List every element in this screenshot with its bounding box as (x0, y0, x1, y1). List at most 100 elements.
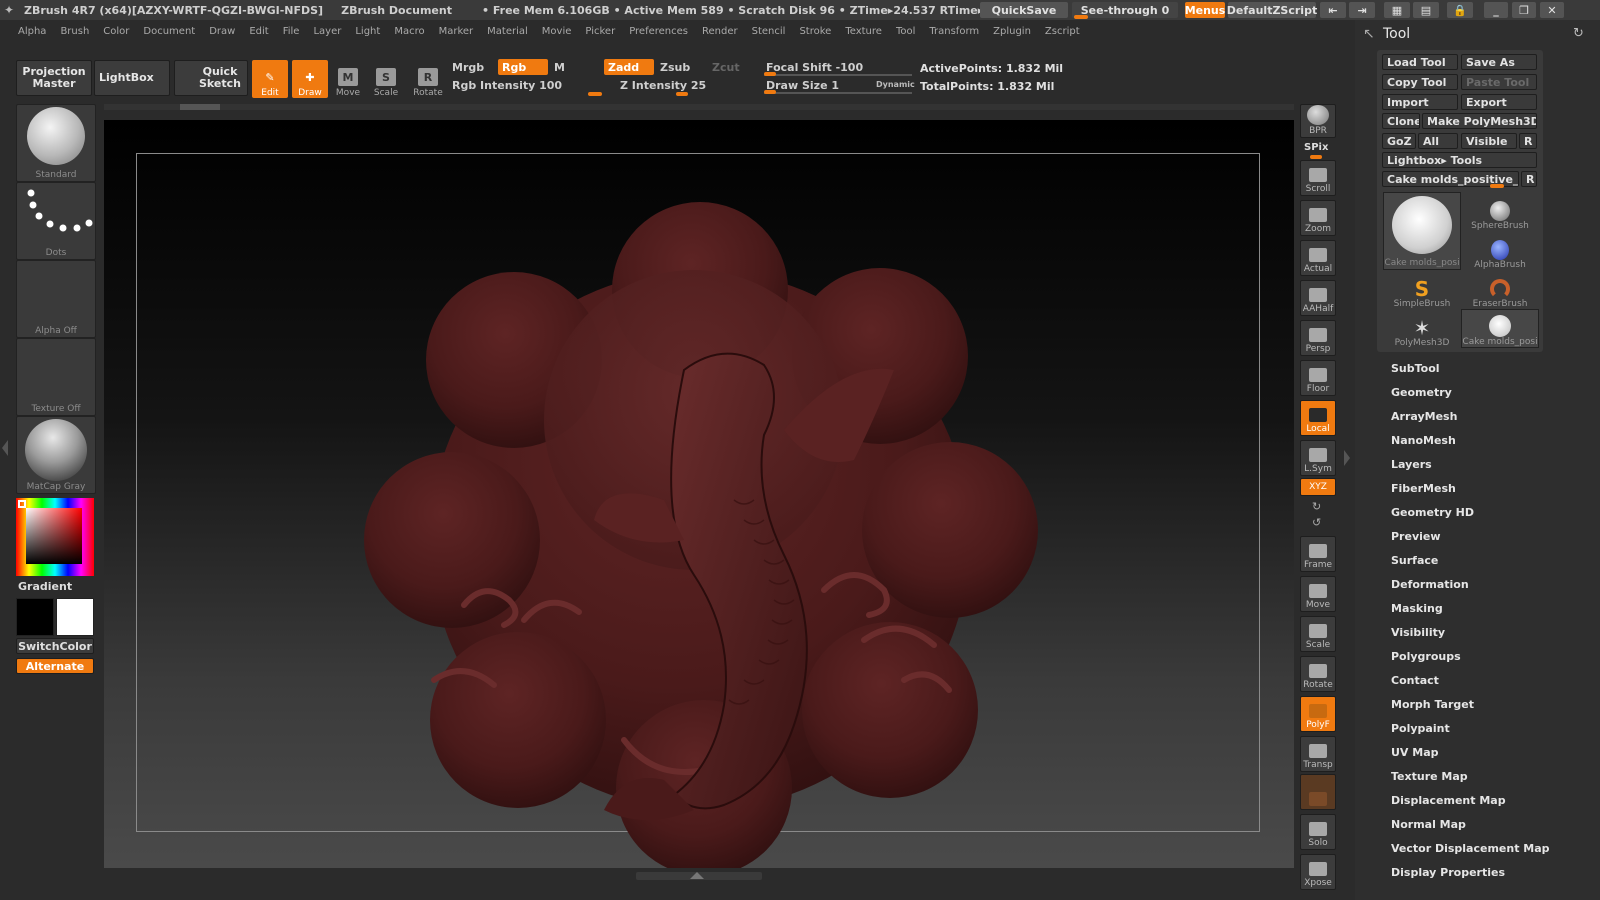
menu-draw[interactable]: Draw (209, 26, 235, 37)
layout-alt-icon[interactable]: ▤ (1413, 2, 1439, 18)
dynamic-size-toggle[interactable]: Dynamic (876, 80, 915, 89)
persp-button[interactable]: Persp (1300, 320, 1336, 356)
subpalette-deformation[interactable]: Deformation (1391, 578, 1469, 591)
subpalette-visibility[interactable]: Visibility (1391, 626, 1445, 639)
zcut-toggle[interactable]: Zcut (708, 59, 752, 75)
actual-button[interactable]: Actual (1300, 240, 1336, 276)
tool-thumb-cake-secondary[interactable]: Cake molds_posi (1461, 309, 1539, 348)
subpalette-nanomesh[interactable]: NanoMesh (1391, 434, 1456, 447)
clone-button[interactable]: Clone (1382, 113, 1420, 129)
menu-file[interactable]: File (283, 26, 300, 37)
ghost-button[interactable] (1300, 774, 1336, 810)
export-button[interactable]: Export (1461, 94, 1537, 110)
zoom-button[interactable]: Zoom (1300, 200, 1336, 236)
gradient-label[interactable]: Gradient (18, 580, 72, 593)
lock-icon[interactable]: 🔒 (1447, 2, 1473, 18)
paste-tool-button[interactable]: Paste Tool (1461, 74, 1537, 90)
menu-texture[interactable]: Texture (845, 26, 882, 37)
subpalette-subtool[interactable]: SubTool (1391, 362, 1440, 375)
menu-light[interactable]: Light (355, 26, 380, 37)
tool-thumb-eraserbrush[interactable]: EraserBrush (1461, 270, 1539, 309)
bpr-button[interactable]: BPR (1300, 104, 1336, 138)
current-tool-r-button[interactable]: R (1521, 171, 1537, 187)
material-selector[interactable]: MatCap Gray (16, 416, 96, 494)
subpalette-surface[interactable]: Surface (1391, 554, 1438, 567)
menu-stroke[interactable]: Stroke (799, 26, 831, 37)
menu-movie[interactable]: Movie (542, 26, 572, 37)
color-picker[interactable] (16, 498, 94, 576)
menu-marker[interactable]: Marker (439, 26, 474, 37)
subpalette-display-properties[interactable]: Display Properties (1391, 866, 1505, 879)
subpalette-normal-map[interactable]: Normal Map (1391, 818, 1466, 831)
rgb-toggle[interactable]: Rgb (498, 59, 548, 75)
polyf-button[interactable]: PolyF (1300, 696, 1336, 732)
lsym-button[interactable]: L.Sym (1300, 440, 1336, 476)
quicksave-button[interactable]: QuickSave (980, 2, 1068, 18)
menu-tool[interactable]: Tool (896, 26, 915, 37)
subpalette-polypaint[interactable]: Polypaint (1391, 722, 1450, 735)
menu-picker[interactable]: Picker (585, 26, 615, 37)
solo-button[interactable]: Solo (1300, 814, 1336, 850)
rotate-view-button[interactable]: Rotate (1300, 656, 1336, 692)
make-polymesh3d-button[interactable]: Make PolyMesh3D (1422, 113, 1537, 129)
stroke-selector[interactable]: Dots (16, 182, 96, 260)
mrgb-toggle[interactable]: Mrgb (448, 59, 494, 75)
floor-button[interactable]: Floor (1300, 360, 1336, 396)
menu-stencil[interactable]: Stencil (752, 26, 786, 37)
subpalette-uv-map[interactable]: UV Map (1391, 746, 1439, 759)
xyz-button[interactable]: XYZ (1300, 478, 1336, 496)
right-collapse-arrow-icon[interactable] (1344, 450, 1350, 466)
subpalette-arraymesh[interactable]: ArrayMesh (1391, 410, 1457, 423)
menu-transform[interactable]: Transform (929, 26, 979, 37)
z-intensity-slider[interactable]: Z Intensity 25 (616, 77, 754, 93)
menu-zscript[interactable]: Zscript (1045, 26, 1080, 37)
tool-thumb-simplebrush[interactable]: S SimpleBrush (1383, 270, 1461, 309)
expand-palette-icon[interactable]: ⇥ (1349, 2, 1375, 18)
subpalette-texture-map[interactable]: Texture Map (1391, 770, 1468, 783)
projection-master-button[interactable]: Projection Master (16, 60, 92, 96)
koi-relief-model[interactable] (104, 120, 1294, 868)
tool-thumb-polymesh3d[interactable]: ✶ PolyMesh3D (1383, 309, 1461, 348)
subpalette-preview[interactable]: Preview (1391, 530, 1441, 543)
copy-tool-button[interactable]: Copy Tool (1382, 74, 1458, 90)
m-toggle[interactable]: M (550, 59, 600, 75)
menu-color[interactable]: Color (103, 26, 129, 37)
quick-sketch-button[interactable]: Quick Sketch (174, 60, 248, 96)
draw-size-slider[interactable]: Draw Size 1 (762, 77, 872, 93)
edit-button[interactable]: ✎ Edit (252, 60, 288, 98)
subpalette-fibermesh[interactable]: FiberMesh (1391, 482, 1456, 495)
transp-button[interactable]: Transp (1300, 736, 1336, 772)
canvas-scrollbar[interactable] (104, 104, 1294, 110)
local-button[interactable]: Local (1300, 400, 1336, 436)
subpalette-polygroups[interactable]: Polygroups (1391, 650, 1461, 663)
menu-macro[interactable]: Macro (394, 26, 424, 37)
focal-shift-slider[interactable]: Focal Shift -100 (762, 59, 914, 75)
save-as-button[interactable]: Save As (1461, 54, 1537, 70)
secondary-color-swatch[interactable] (56, 598, 94, 636)
scale-view-button[interactable]: Scale (1300, 616, 1336, 652)
subpalette-morph-target[interactable]: Morph Target (1391, 698, 1474, 711)
subpalette-layers[interactable]: Layers (1391, 458, 1432, 471)
alpha-selector[interactable]: Alpha Off (16, 260, 96, 338)
default-zscript-button[interactable]: DefaultZScript (1227, 2, 1317, 18)
move-button[interactable]: M Move (330, 60, 366, 98)
menu-layer[interactable]: Layer (313, 26, 341, 37)
move-view-button[interactable]: Move (1300, 576, 1336, 612)
aahalf-button[interactable]: AAHalf (1300, 280, 1336, 316)
scroll-button[interactable]: Scroll (1300, 160, 1336, 196)
menu-brush[interactable]: Brush (60, 26, 89, 37)
lightbox-tools-button[interactable]: Lightbox▸ Tools (1382, 152, 1537, 168)
subpalette-geometry-hd[interactable]: Geometry HD (1391, 506, 1474, 519)
tool-thumb-cake-main[interactable]: Cake molds_posi (1383, 192, 1461, 270)
scale-button[interactable]: S Scale (368, 60, 404, 98)
subpalette-contact[interactable]: Contact (1391, 674, 1439, 687)
spix-slider[interactable]: SPix (1304, 142, 1328, 153)
draw-button[interactable]: ✚ Draw (292, 60, 328, 98)
shrink-palette-icon[interactable]: ⇤ (1320, 2, 1346, 18)
brush-selector[interactable]: Standard (16, 104, 96, 182)
rotate-button[interactable]: R Rotate (410, 60, 446, 98)
goz-visible-button[interactable]: Visible (1461, 133, 1517, 149)
menu-preferences[interactable]: Preferences (629, 26, 688, 37)
maximize-icon[interactable]: ❐ (1512, 2, 1536, 18)
switchcolor-button[interactable]: SwitchColor (16, 638, 94, 654)
